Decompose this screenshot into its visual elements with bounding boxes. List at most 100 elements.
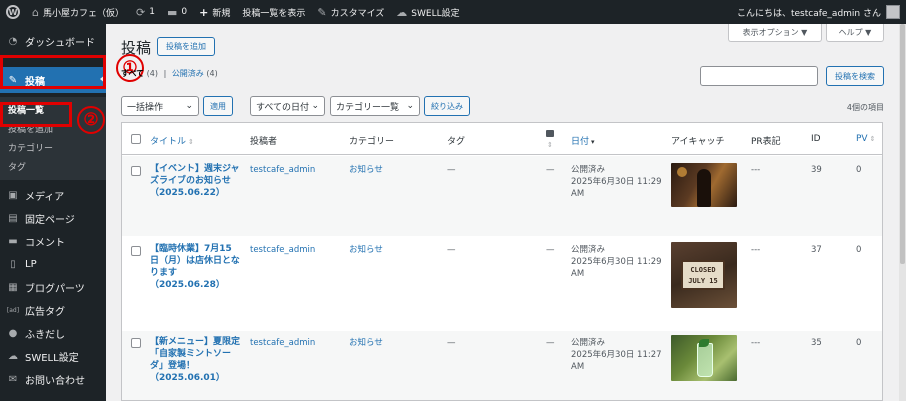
submenu-tags[interactable]: タグ xyxy=(0,157,106,176)
mail-icon: ✉ xyxy=(8,374,18,385)
menu-dashboard-label: ダッシュボード xyxy=(25,38,95,49)
row-checkbox[interactable] xyxy=(131,166,141,176)
post-comments: — xyxy=(546,338,555,348)
menu-comments[interactable]: ▬ コメント xyxy=(0,230,106,253)
post-category-link[interactable]: お知らせ xyxy=(349,244,383,256)
column-title-header[interactable]: タイトル ⇕ xyxy=(150,134,194,147)
bulk-action-select[interactable]: 一括操作 ⌄ xyxy=(121,96,199,116)
avatar xyxy=(886,5,900,19)
post-category-link[interactable]: お知らせ xyxy=(349,164,383,176)
column-date-label: 日付 xyxy=(571,137,590,147)
main-content: 表示オプション ▼ ヘルプ ▼ 投稿 投稿を追加 すべて (4) | 公開済み … xyxy=(106,24,906,401)
brush-icon: ✎ xyxy=(317,5,327,19)
comment-bubble-icon xyxy=(546,130,554,137)
customize-menu[interactable]: ✎ カスタマイズ xyxy=(311,0,390,24)
post-id: 39 xyxy=(811,165,822,175)
filter-all-count: (4) xyxy=(146,69,159,78)
post-author-link[interactable]: testcafe_admin xyxy=(250,164,315,176)
filter-all-link[interactable]: すべて xyxy=(121,69,144,78)
view-posts-link[interactable]: 投稿一覧を表示 xyxy=(236,0,311,24)
menu-swell-settings[interactable]: ☁ SWELL設定 xyxy=(0,345,106,368)
column-comments-header[interactable]: ⇕ xyxy=(546,130,554,149)
filter-separator: | xyxy=(163,69,167,78)
swell-settings-menu[interactable]: ☁ SWELL設定 xyxy=(390,0,465,24)
comments-count: 0 xyxy=(181,7,188,17)
menu-balloon-label: ふきだし xyxy=(25,330,65,341)
menu-ad-tags[interactable]: [ad] 広告タグ xyxy=(0,299,106,322)
sort-icon: ⇕ xyxy=(869,135,876,143)
new-label: 新規 xyxy=(212,8,231,19)
menu-pages[interactable]: ▤ 固定ページ xyxy=(0,207,106,230)
menu-dashboard[interactable]: ◔ ダッシュボード xyxy=(0,30,106,53)
date-filter-value: すべての日付 xyxy=(256,102,310,113)
wp-logo-menu[interactable]: W xyxy=(0,0,26,24)
filter-published-link[interactable]: 公開済み xyxy=(172,69,204,78)
date-filter-select[interactable]: すべての日付 ⌄ xyxy=(250,96,325,116)
annotation-number-2: ② xyxy=(77,106,105,134)
page-scrollbar[interactable] xyxy=(899,24,906,401)
status-filter-links: すべて (4) | 公開済み (4) xyxy=(121,68,218,79)
post-tags: — xyxy=(447,165,456,175)
post-status: 公開済み xyxy=(571,338,606,348)
post-category-link[interactable]: お知らせ xyxy=(349,337,383,349)
category-filter-select[interactable]: カテゴリー一覧 ⌄ xyxy=(330,96,420,116)
menu-media-label: メディア xyxy=(25,192,65,203)
post-date: 2025年6月30日 11:29 AM xyxy=(571,257,662,279)
post-author-link[interactable]: testcafe_admin xyxy=(250,244,315,256)
updates-count: 1 xyxy=(149,7,155,17)
menu-blog-parts[interactable]: ▦ ブログパーツ xyxy=(0,276,106,299)
help-button[interactable]: ヘルプ ▼ xyxy=(826,24,884,42)
table-row: 【新メニュー】夏限定「自家製ミントソーダ」登場！（2025.06.01） tes… xyxy=(122,331,882,400)
post-pv: 0 xyxy=(856,245,862,255)
updates-menu[interactable]: ⟳ 1 xyxy=(130,0,161,24)
updates-icon: ⟳ xyxy=(136,5,146,19)
glass-shape xyxy=(697,343,713,377)
post-author-link[interactable]: testcafe_admin xyxy=(250,337,315,349)
menu-pages-label: 固定ページ xyxy=(25,215,75,226)
post-pv: 0 xyxy=(856,338,862,348)
site-name: 馬小屋カフェ（仮） xyxy=(42,8,124,19)
filter-button[interactable]: 絞り込み xyxy=(424,96,470,116)
row-checkbox[interactable] xyxy=(131,338,141,348)
dashboard-icon: ◔ xyxy=(8,36,18,47)
menu-lp-label: LP xyxy=(25,259,37,270)
column-pv-header[interactable]: PV ⇕ xyxy=(856,134,875,144)
column-eyecatch-header: アイキャッチ xyxy=(671,137,725,147)
filter-published-count: (4) xyxy=(206,69,218,78)
new-content-menu[interactable]: + 新規 xyxy=(193,0,236,24)
post-title-link[interactable]: 【新メニュー】夏限定「自家製ミントソーダ」登場！（2025.06.01） xyxy=(150,336,240,384)
eyecatch-thumbnail-mint-soda xyxy=(671,335,737,381)
post-search-input[interactable] xyxy=(700,66,818,86)
site-name-menu[interactable]: ⌂ 馬小屋カフェ（仮） xyxy=(26,0,130,24)
column-pr-header: PR表記 xyxy=(751,137,781,147)
select-all-checkbox[interactable] xyxy=(131,134,141,144)
menu-media[interactable]: ▣ メディア xyxy=(0,184,106,207)
search-posts-button[interactable]: 投稿を検索 xyxy=(826,66,884,86)
submenu-categories[interactable]: カテゴリー xyxy=(0,138,106,157)
comment-icon: ▬ xyxy=(8,236,18,247)
greeting: こんにちは、testcafe_admin さん xyxy=(736,8,881,19)
post-title-link[interactable]: 【臨時休業】7月15日（月）は店休日となります（2025.06.28） xyxy=(150,243,240,291)
add-new-post-button[interactable]: 投稿を追加 xyxy=(157,37,215,56)
menu-contact[interactable]: ✉ お問い合わせ xyxy=(0,368,106,391)
eyecatch-thumbnail-closed: CLOSED JULY 15 xyxy=(671,242,737,308)
scrollbar-thumb[interactable] xyxy=(900,24,905,264)
submenu-tags-label: タグ xyxy=(8,163,27,173)
table-row: 【イベント】週末ジャズライブのお知らせ（2025.06.22） testcafe… xyxy=(122,156,882,236)
wordpress-logo-icon: W xyxy=(6,5,20,19)
post-tags: — xyxy=(447,338,456,348)
swell-icon: ☁ xyxy=(8,351,18,362)
ad-tag-icon: [ad] xyxy=(6,307,20,314)
chevron-down-icon: ⌄ xyxy=(406,101,414,111)
plus-icon: + xyxy=(199,5,209,19)
row-checkbox[interactable] xyxy=(131,246,141,256)
menu-contact-label: お問い合わせ xyxy=(25,376,85,387)
column-date-header[interactable]: 日付 ▾ xyxy=(571,134,595,147)
my-account-menu[interactable]: こんにちは、testcafe_admin さん xyxy=(731,0,906,24)
apply-button[interactable]: 適用 xyxy=(203,96,233,116)
post-title-link[interactable]: 【イベント】週末ジャズライブのお知らせ（2025.06.22） xyxy=(150,163,240,199)
screen-options-button[interactable]: 表示オプション ▼ xyxy=(728,24,822,42)
menu-lp[interactable]: ▯ LP xyxy=(0,253,106,276)
comments-menu[interactable]: ▬ 0 xyxy=(161,0,193,24)
menu-balloon[interactable]: ● ふきだし xyxy=(0,322,106,345)
